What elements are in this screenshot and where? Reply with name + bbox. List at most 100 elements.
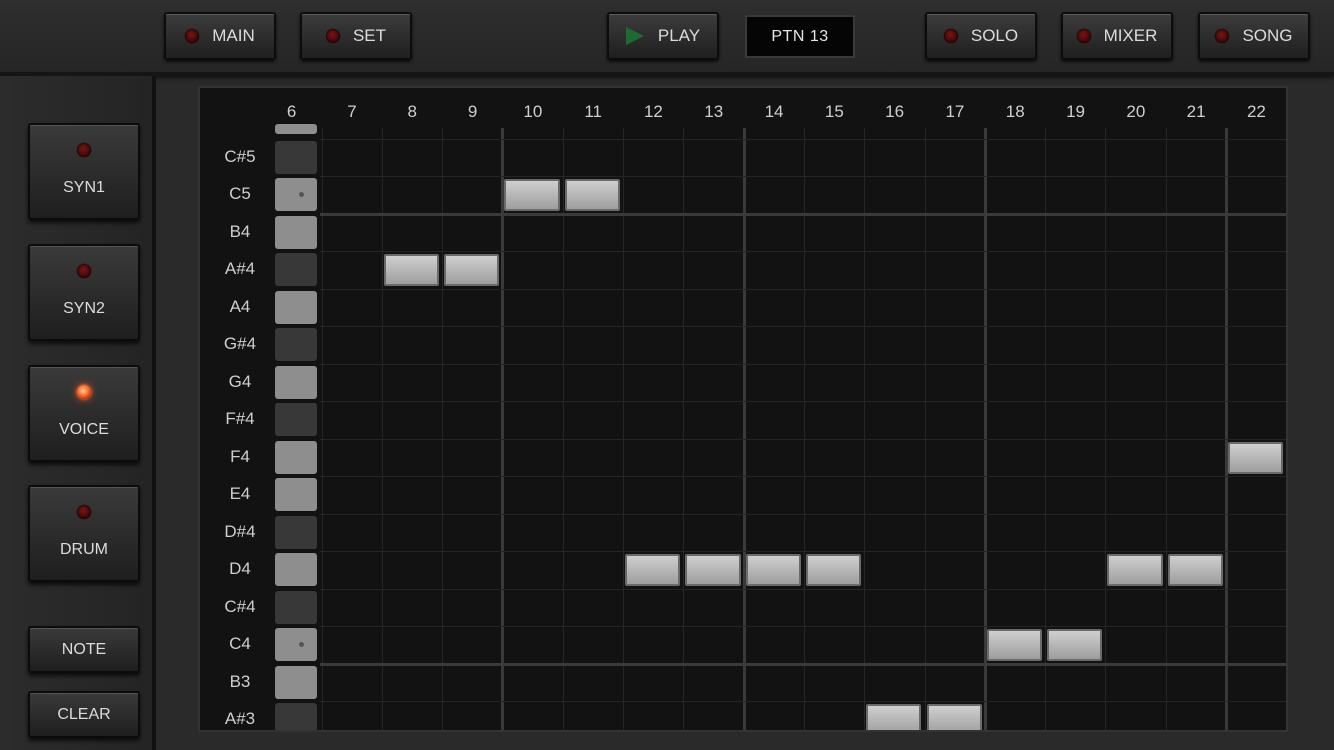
note-label: E4 <box>229 484 251 503</box>
note-cell[interactable] <box>1047 629 1103 661</box>
note-cell[interactable] <box>1228 441 1284 474</box>
piano-key[interactable] <box>275 178 317 211</box>
note-cell[interactable] <box>986 629 1043 661</box>
piano-key[interactable] <box>275 703 317 730</box>
mixer-button[interactable]: MIXER <box>1061 12 1173 60</box>
voice-button-label: VOICE <box>59 421 109 438</box>
step-number: 21 <box>1186 102 1206 121</box>
step-number: 16 <box>885 102 905 121</box>
grid-vline <box>924 128 926 730</box>
piano-key[interactable] <box>275 328 317 361</box>
grid-hline <box>320 401 1286 402</box>
step-number: 19 <box>1066 102 1085 121</box>
pattern-display[interactable]: PTN 13 <box>745 15 855 58</box>
note-cell[interactable] <box>866 704 922 730</box>
piano-key[interactable] <box>275 403 317 436</box>
song-button-label: SONG <box>1242 26 1293 45</box>
grid-vline <box>742 128 746 730</box>
solo-button[interactable]: SOLO <box>925 12 1037 60</box>
note-cell[interactable] <box>1107 554 1163 586</box>
solo-button-label: SOLO <box>970 26 1019 45</box>
pattern-display-label: PTN 13 <box>771 27 829 45</box>
piano-key[interactable] <box>275 140 317 174</box>
voice-button[interactable]: VOICE <box>28 365 140 462</box>
step-number: 20 <box>1126 102 1146 121</box>
grid-hline <box>320 176 1286 177</box>
syn2-button[interactable]: SYN2 <box>28 244 140 341</box>
note-cell[interactable] <box>564 179 620 211</box>
set-led-icon <box>325 29 340 43</box>
set-button[interactable]: SET <box>300 12 412 60</box>
note-grid[interactable] <box>320 128 1286 730</box>
grid-vline <box>442 128 444 730</box>
syn1-button[interactable]: SYN1 <box>28 123 140 220</box>
clear-button[interactable]: CLEAR <box>28 691 140 738</box>
note-cell[interactable] <box>625 554 681 586</box>
step-number: 18 <box>1005 102 1025 121</box>
grid-vline <box>381 128 383 730</box>
note-label: G4 <box>228 371 252 391</box>
syn1-button-label: SYN1 <box>63 179 105 196</box>
piano-key[interactable] <box>275 440 317 474</box>
main-button[interactable]: MAIN <box>164 12 276 60</box>
piano-roll: 678910111213141516171819202122 D5C#5C5B4… <box>198 86 1288 732</box>
note-label: F#4 <box>225 409 255 428</box>
grid-vline <box>864 128 866 730</box>
piano-key[interactable] <box>275 515 317 549</box>
piano-key[interactable] <box>275 215 317 249</box>
piano-key[interactable] <box>275 253 317 286</box>
piano-key[interactable] <box>275 290 317 324</box>
note-cell[interactable] <box>1167 554 1223 586</box>
grid-hline <box>320 701 1286 702</box>
note-cell[interactable] <box>383 254 440 286</box>
piano-key[interactable] <box>275 590 317 624</box>
grid-hline <box>320 626 1286 627</box>
step-ruler: 6 7 8 9 10 11 12 13 14 15 16 17 18 19 20 21 22 <box>200 88 1286 128</box>
grid-vline <box>501 128 505 730</box>
mixer-led-icon <box>1076 29 1091 43</box>
c-marker-icon <box>299 642 304 647</box>
note-cell[interactable] <box>504 179 560 211</box>
top-toolbar: MAIN SET PLAY PTN 13 SOLO MIXER SONG <box>0 0 1334 76</box>
grid-hline <box>320 212 1286 216</box>
track-sidebar: SYN1 SYN2 VOICE DRUM NOTE CLEAR <box>0 76 156 750</box>
step-number: 13 <box>704 102 724 121</box>
note-cell[interactable] <box>444 254 500 286</box>
song-button[interactable]: SONG <box>1198 12 1310 60</box>
syn2-button-label: SYN2 <box>63 300 105 317</box>
note-cell[interactable] <box>745 554 801 586</box>
note-cell[interactable] <box>805 554 862 586</box>
piano-key[interactable] <box>275 124 317 134</box>
play-button[interactable]: PLAY <box>607 12 719 60</box>
grid-hline <box>320 476 1286 477</box>
step-number: 12 <box>643 102 663 121</box>
drum-button[interactable]: DRUM <box>28 485 140 582</box>
grid-hline <box>320 662 1286 666</box>
step-number: 15 <box>824 102 844 121</box>
piano-key[interactable] <box>275 365 317 399</box>
piano-key[interactable] <box>275 628 317 661</box>
step-number: 8 <box>407 102 417 121</box>
grid-hline <box>320 513 1286 515</box>
note-label: G#4 <box>223 334 257 353</box>
note-button[interactable]: NOTE <box>28 626 140 673</box>
step-number: 9 <box>467 102 478 121</box>
play-icon <box>625 27 644 45</box>
note-cell[interactable] <box>685 554 741 586</box>
grid-vline <box>562 128 564 730</box>
note-cell[interactable] <box>926 704 982 730</box>
piano-key[interactable] <box>275 553 317 586</box>
song-led-icon <box>1215 29 1230 43</box>
play-button-label: PLAY <box>657 26 701 45</box>
piano-key[interactable] <box>275 478 317 511</box>
mixer-button-label: MIXER <box>1103 26 1158 45</box>
voice-led-icon <box>77 385 91 399</box>
grid-vline <box>803 128 805 730</box>
note-label: B3 <box>229 671 251 691</box>
grid-hline <box>320 251 1286 252</box>
grid-vline <box>1165 128 1167 730</box>
step-number: 22 <box>1246 102 1266 121</box>
piano-key[interactable] <box>275 665 317 699</box>
clear-button-label: CLEAR <box>57 705 111 723</box>
note-label: C#4 <box>224 596 256 616</box>
